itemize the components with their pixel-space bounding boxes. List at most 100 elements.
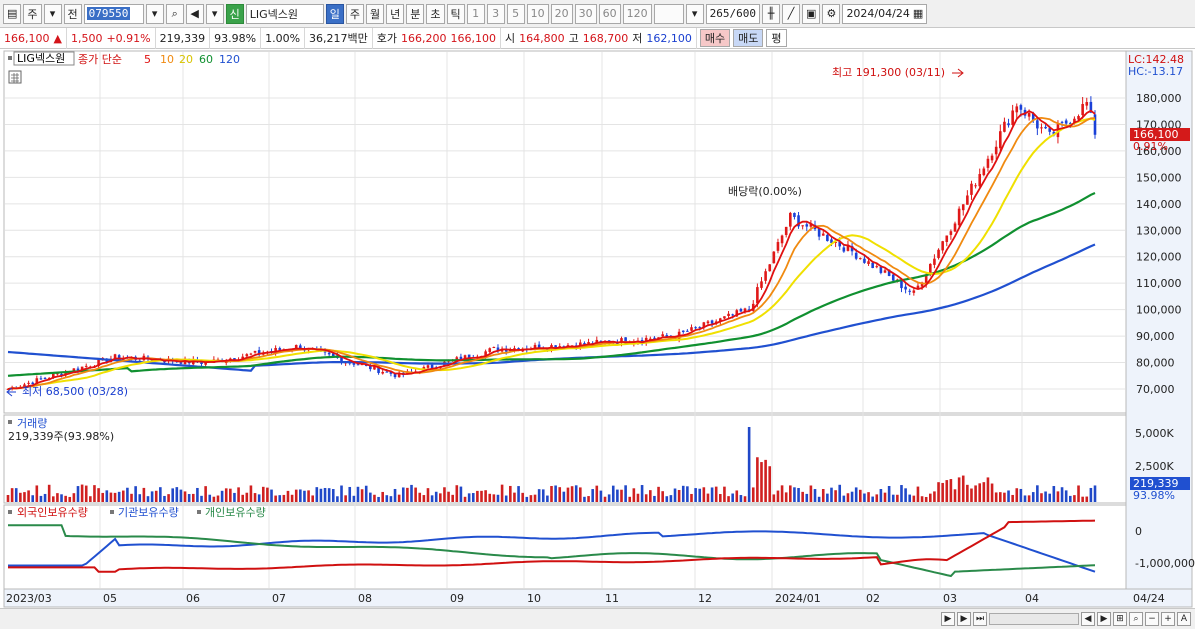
sell-button[interactable]: 매도 xyxy=(733,29,764,47)
chart-area[interactable]: LIG넥스원 종가 단순 5 10 20 60 120 LC:142.48 HC… xyxy=(0,49,1195,608)
interval-30[interactable]: 30 xyxy=(574,3,597,24)
tab-second[interactable]: 초 xyxy=(426,3,445,24)
volume-bar xyxy=(949,479,953,502)
period-select[interactable]: 주 xyxy=(23,3,42,24)
speaker-dropdown-icon[interactable]: ▾ xyxy=(205,3,224,24)
volume-bar xyxy=(982,482,986,502)
scroll-next-icon[interactable]: ▶ xyxy=(1097,612,1111,626)
pyeong-button[interactable]: 평 xyxy=(766,29,787,47)
sin-badge[interactable]: 신 xyxy=(225,3,244,24)
volume-bar xyxy=(500,484,504,502)
volume-bar xyxy=(719,494,722,502)
date-box[interactable]: 2024/04/24 ▦ xyxy=(842,3,928,24)
volume-bar xyxy=(1089,487,1093,502)
volume-bar xyxy=(253,493,257,502)
interval-1[interactable]: 1 xyxy=(466,3,485,24)
candle-body xyxy=(381,371,384,374)
volume-bar xyxy=(875,494,879,502)
volume-bar xyxy=(533,494,537,502)
volume-bar xyxy=(756,457,759,502)
save-icon[interactable]: ▣ xyxy=(802,3,821,24)
stock-name-box[interactable]: LIG넥스원 xyxy=(245,3,324,24)
candle-body xyxy=(1027,112,1031,117)
volume-bar xyxy=(517,486,520,502)
tab-year[interactable]: 년 xyxy=(386,3,405,24)
x-axis-label: 2024/01 xyxy=(775,592,821,605)
interval-60[interactable]: 60 xyxy=(598,3,621,24)
code-dropdown-icon[interactable]: ▾ xyxy=(145,3,164,24)
zoom-out-icon[interactable]: − xyxy=(1145,612,1159,626)
scroll-left-icon[interactable]: ▶ xyxy=(941,612,955,626)
holdings-legend-marker xyxy=(8,510,12,514)
prev-button[interactable]: 전 xyxy=(63,3,82,24)
candle-body xyxy=(686,330,689,332)
candle-body xyxy=(327,352,331,355)
scroll-play-icon[interactable]: ▶ xyxy=(957,612,971,626)
tab-month[interactable]: 월 xyxy=(366,3,385,24)
legend-marker xyxy=(8,56,12,60)
legend-ma60: 60 xyxy=(199,53,213,66)
interval-10[interactable]: 10 xyxy=(526,3,549,24)
volume-bar xyxy=(784,492,788,502)
volume-bar xyxy=(303,490,306,502)
interval-20[interactable]: 20 xyxy=(550,3,573,24)
calendar-icon[interactable]: ▦ xyxy=(913,7,923,20)
volume-bar xyxy=(789,485,792,502)
interval-dropdown-icon[interactable]: ▾ xyxy=(685,3,704,24)
volume-bar xyxy=(834,490,837,502)
layout-icon[interactable]: ▤ xyxy=(3,3,22,24)
volume-bar xyxy=(990,483,994,502)
interval-120[interactable]: 120 xyxy=(622,3,652,24)
period-dropdown-icon[interactable]: ▾ xyxy=(43,3,62,24)
candle-body xyxy=(801,225,804,227)
volume-bar xyxy=(632,488,636,502)
candle-body xyxy=(39,378,43,380)
x-axis-label: 11 xyxy=(605,592,619,605)
interval-5[interactable]: 5 xyxy=(506,3,525,24)
zoom-in-icon[interactable]: + xyxy=(1161,612,1175,626)
volume-bar xyxy=(237,487,240,502)
line-tool-icon[interactable]: ╱ xyxy=(782,3,801,24)
count-box[interactable]: 265/600 xyxy=(705,3,761,24)
volume-bar xyxy=(504,495,508,502)
zoom-fit-icon[interactable]: ⊞ xyxy=(1113,612,1127,626)
zoom-slider[interactable] xyxy=(989,613,1079,625)
volume-bar xyxy=(401,487,405,502)
volume-bar xyxy=(89,496,92,502)
candle-body xyxy=(776,242,780,251)
interval-custom-input[interactable] xyxy=(653,3,684,24)
stock-code-input[interactable]: 079550 xyxy=(83,3,144,24)
candle-body xyxy=(1015,106,1019,113)
tab-day[interactable]: 일 xyxy=(325,3,344,24)
text-tool-icon[interactable]: A xyxy=(1177,612,1191,626)
volume-bar xyxy=(418,492,422,502)
x-axis-label: 09 xyxy=(450,592,464,605)
volume-bar xyxy=(426,488,430,502)
candle-body xyxy=(760,281,763,288)
holdings-axis-neg: -1,000,000 xyxy=(1135,557,1195,570)
volume-bar xyxy=(393,488,397,502)
volume-bar xyxy=(134,486,137,502)
interval-3[interactable]: 3 xyxy=(486,3,505,24)
buy-button[interactable]: 매수 xyxy=(699,29,731,47)
zoom-search-icon[interactable]: ⌕ xyxy=(1129,612,1143,626)
tab-week[interactable]: 주 xyxy=(345,3,365,24)
volume-bar xyxy=(1048,493,1052,502)
volume-bar xyxy=(653,495,656,502)
volume-bar xyxy=(315,487,319,502)
tab-minute[interactable]: 분 xyxy=(406,3,425,24)
candle-icon[interactable]: ╫ xyxy=(762,3,781,24)
volume-bar xyxy=(694,488,697,502)
volume-bar xyxy=(937,482,940,502)
scroll-end-icon[interactable]: ⏭ xyxy=(973,612,987,626)
tab-tick[interactable]: 틱 xyxy=(446,3,465,24)
gear-icon[interactable]: ⚙ xyxy=(822,3,841,24)
candle-body xyxy=(694,327,697,329)
search-icon[interactable]: ⌕ xyxy=(165,3,184,24)
speaker-icon[interactable]: ◀ xyxy=(185,3,204,24)
candle-body xyxy=(789,212,792,227)
high-annotation: 최고 191,300 (03/11) xyxy=(832,66,945,79)
volume-bar xyxy=(35,485,39,502)
scroll-prev-icon[interactable]: ◀ xyxy=(1081,612,1095,626)
volume-bar xyxy=(126,487,129,502)
